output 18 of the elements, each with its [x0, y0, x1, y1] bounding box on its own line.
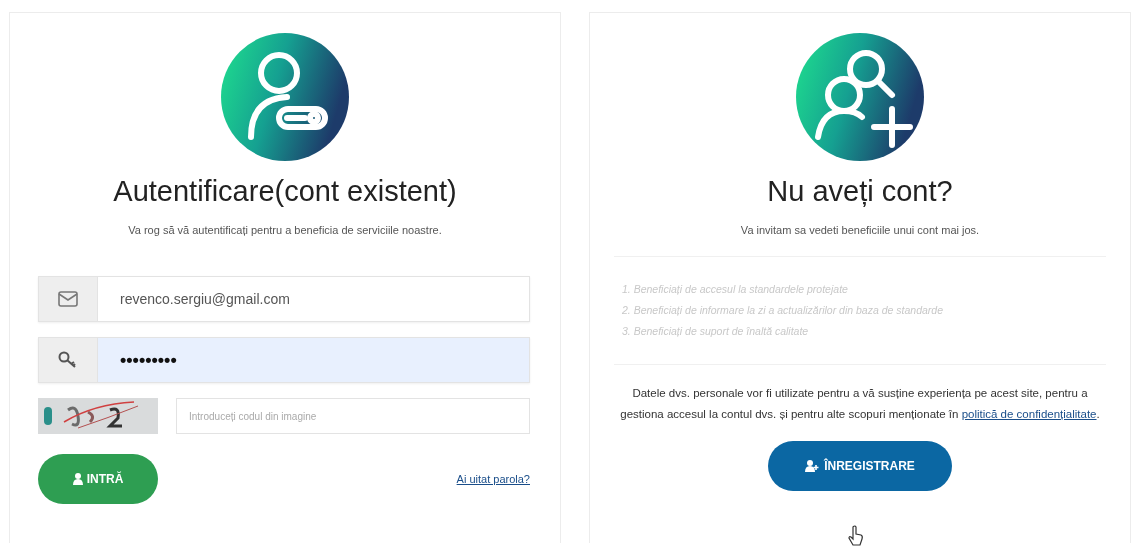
add-user-icon [805, 460, 820, 472]
key-icon [58, 351, 78, 369]
email-field[interactable]: revenco.sergiu@gmail.com [38, 276, 530, 322]
privacy-policy-link[interactable]: politică de confidențialitate [961, 408, 1097, 420]
envelope-icon [58, 291, 78, 307]
add-users-icon [796, 33, 924, 161]
register-button[interactable]: ÎNREGISTRARE [768, 441, 952, 491]
privacy-notice: Datele dvs. personale vor fi utilizate pentru a vă susține experiența pe acest site, pentru a gestiona accesul la contul dvs. și pentru alte scopuri menționate în politică de confidențialitate. [619, 386, 1101, 422]
password-field[interactable]: ••••••••• [38, 337, 530, 383]
register-title: Nu aveți cont? [766, 175, 954, 208]
register-subtitle: Va invitam sa vedeti beneficiile unui cont mai jos. [739, 224, 981, 236]
captcha-input[interactable]: Introduceți codul din imagine [176, 398, 530, 434]
forgot-password-link[interactable]: Ai uitat parola? [456, 473, 530, 485]
hand-cursor-icon [847, 525, 865, 547]
user-icon [72, 473, 83, 485]
user-key-icon [221, 33, 349, 161]
login-subtitle: Va rog să vă autentificați pentru a beneficia de serviciile noastre. [127, 224, 443, 236]
login-title: Autentificare(cont existent) [112, 175, 458, 208]
